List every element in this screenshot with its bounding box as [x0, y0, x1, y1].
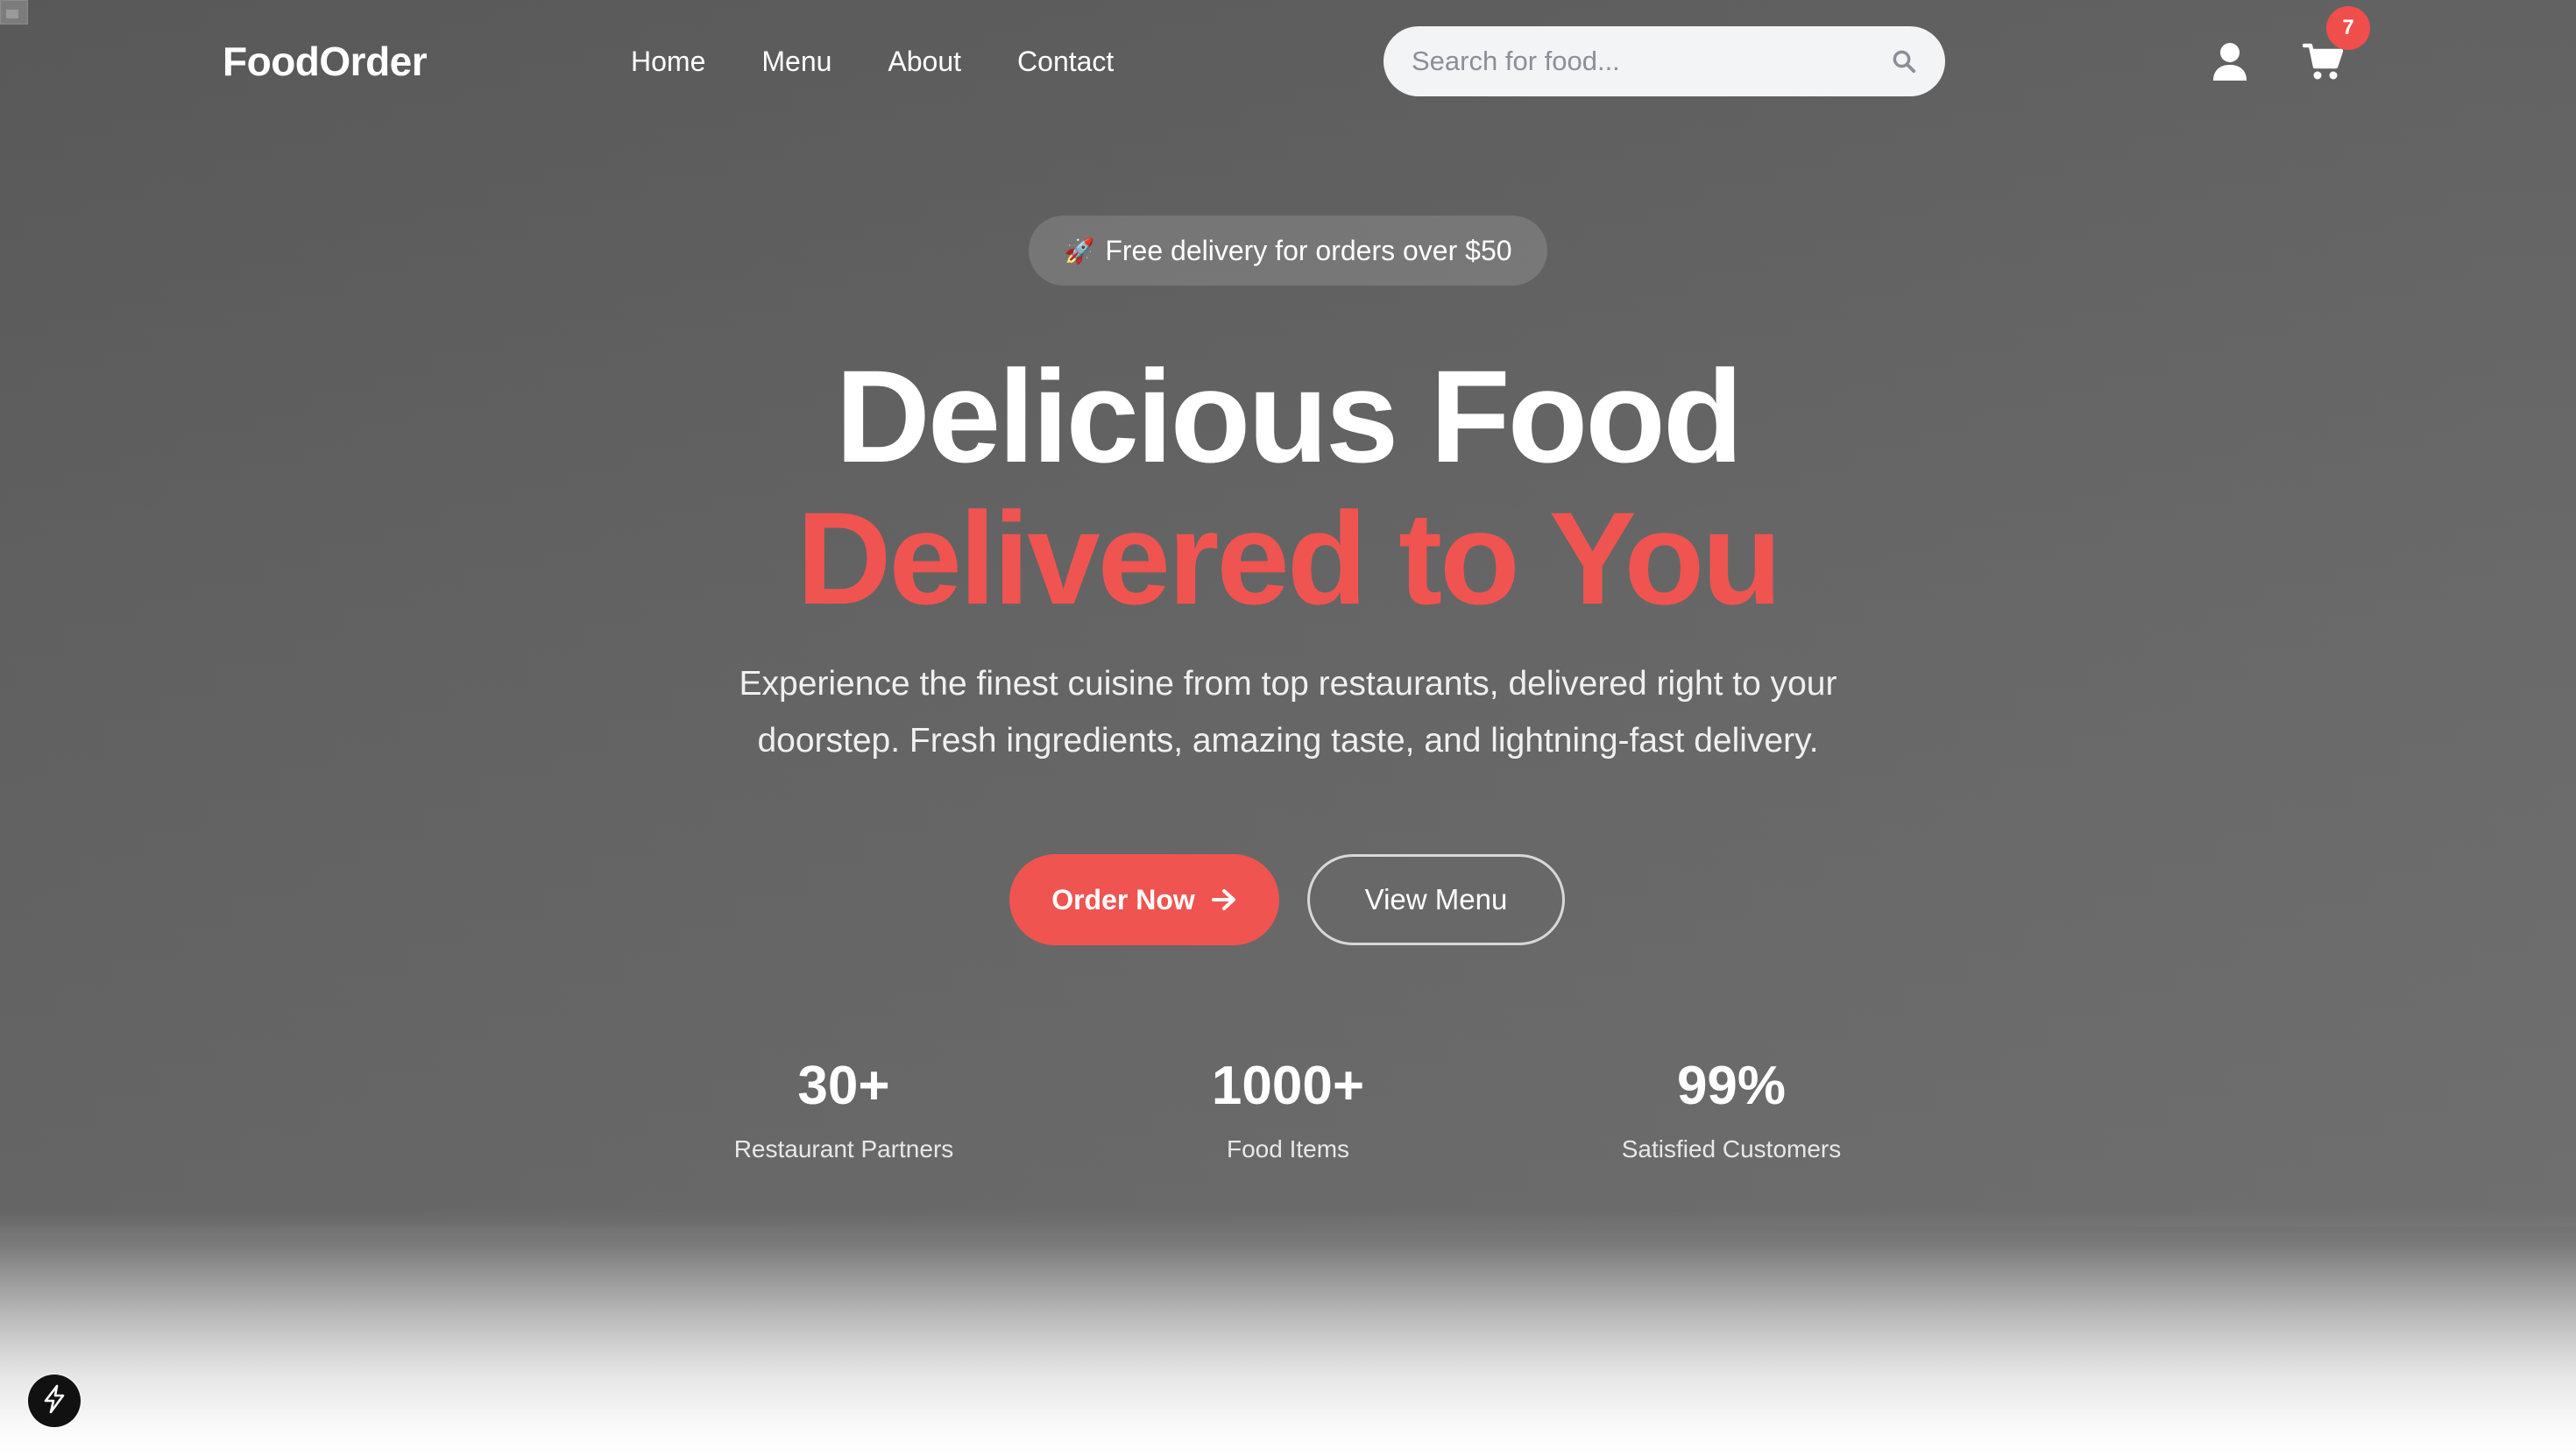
stat-label: Satisfied Customers: [1621, 1135, 1842, 1163]
headline-line-2: Delivered to You: [796, 484, 1782, 632]
search-input[interactable]: [1410, 45, 1889, 78]
logo[interactable]: FoodOrder: [223, 35, 428, 88]
view-menu-button[interactable]: View Menu: [1307, 854, 1565, 945]
stat-satisfied-customers: 99% Satisfied Customers: [1547, 1051, 1915, 1167]
lightning-icon: [41, 1384, 67, 1418]
navbar: FoodOrder Home Menu About Contact 7: [0, 0, 2576, 123]
user-icon[interactable]: [2212, 42, 2248, 81]
stat-value: 30+: [797, 1056, 890, 1116]
nav-link-contact[interactable]: Contact: [1017, 40, 1114, 82]
stat-restaurants: 30+ Restaurant Partners: [660, 1051, 1028, 1167]
nav-link-home[interactable]: Home: [631, 40, 705, 82]
nav-links: Home Menu About Contact: [631, 40, 1170, 82]
search-icon[interactable]: [1889, 46, 1919, 76]
headline-line-1: Delicious Food: [835, 343, 1743, 490]
stat-value: 1000+: [1211, 1056, 1365, 1116]
dev-tools-button[interactable]: [28, 1375, 81, 1427]
arrow-right-icon: [1211, 887, 1237, 912]
order-now-button[interactable]: Order Now: [1009, 854, 1279, 945]
cart-icon[interactable]: [2302, 42, 2344, 81]
promo-badge: 🚀 Free delivery for orders over $50: [1029, 216, 1547, 286]
stat-value: 99%: [1676, 1056, 1787, 1116]
stat-label: Food Items: [1226, 1135, 1350, 1163]
cart-count-badge: 7: [2326, 6, 2370, 50]
hero-description: Experience the finest cuisine from top r…: [739, 665, 1837, 760]
order-now-label: Order Now: [1051, 883, 1195, 915]
promo-text: Free delivery for orders over $50: [1105, 234, 1512, 266]
stat-food-items: 1000+ Food Items: [1104, 1051, 1472, 1167]
stat-label: Restaurant Partners: [733, 1135, 954, 1163]
search-bar: [1384, 26, 1945, 96]
nav-link-menu[interactable]: Menu: [761, 40, 832, 82]
rocket-icon: 🚀: [1064, 237, 1095, 265]
nav-link-about[interactable]: About: [888, 40, 961, 82]
